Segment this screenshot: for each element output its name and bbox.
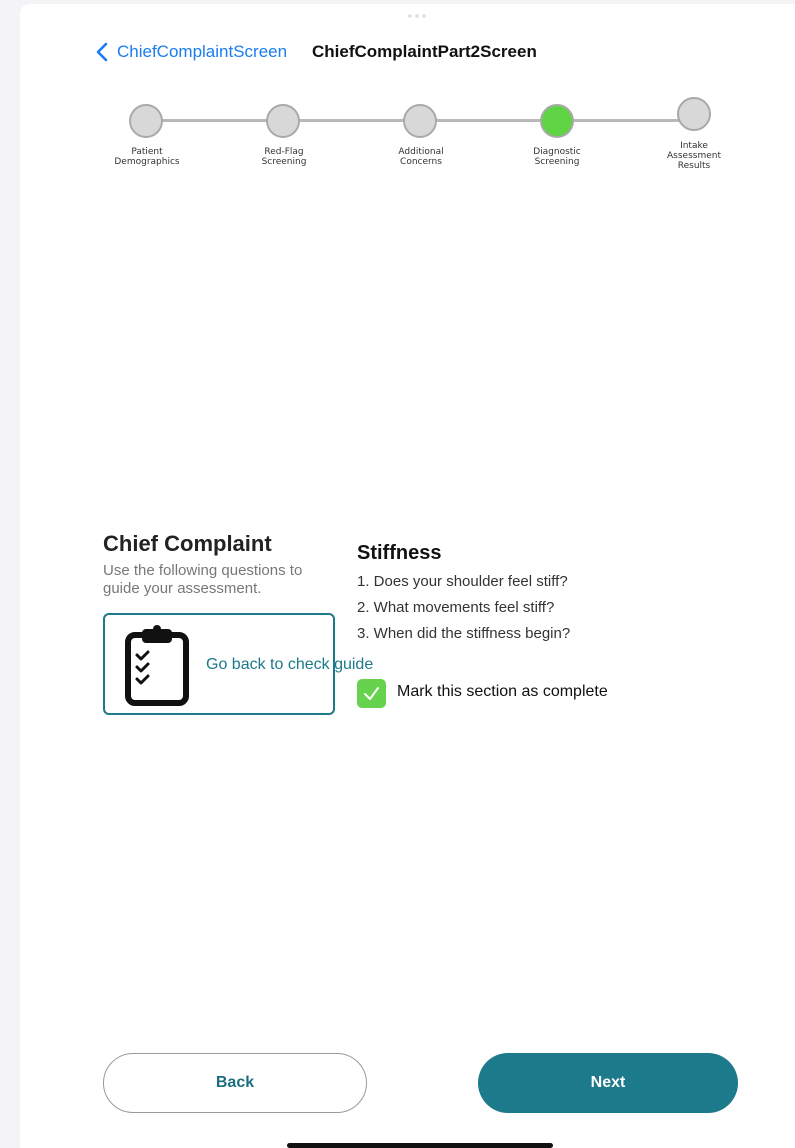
step-label-patient-demographics: Patient Demographics — [114, 147, 180, 167]
checkmark-icon — [364, 687, 379, 700]
step-dot-diagnostic-screening[interactable] — [540, 104, 574, 138]
step-dot-intake-assessment-results[interactable] — [677, 97, 711, 131]
chief-complaint-subtitle: Use the following questions to guide you… — [103, 562, 303, 597]
step-label-intake-assessment-results: Intake Assessment Results — [667, 141, 721, 171]
step-label-diagnostic-screening: Diagnostic Screening — [533, 147, 581, 167]
step-dot-patient-demographics[interactable] — [129, 104, 163, 138]
clipboard-checklist-icon — [125, 625, 189, 706]
back-button[interactable]: Back — [103, 1053, 367, 1113]
question-item: 3. When did the stiffness begin? — [357, 625, 571, 642]
step-dot-red-flag-screening[interactable] — [266, 104, 300, 138]
question-item: 2. What movements feel stiff? — [357, 599, 555, 616]
step-label-additional-concerns: Additional Concerns — [398, 147, 444, 167]
home-indicator — [287, 1143, 553, 1148]
step-dot-additional-concerns[interactable] — [403, 104, 437, 138]
next-button[interactable]: Next — [478, 1053, 738, 1113]
chief-complaint-title: Chief Complaint — [103, 531, 272, 556]
mark-complete-label[interactable]: Mark this section as complete — [397, 683, 608, 701]
progress-stepper: Patient Demographics Red-Flag Screening … — [0, 0, 795, 200]
section-title: Stiffness — [357, 542, 442, 564]
mark-complete-checkbox[interactable] — [357, 679, 386, 708]
check-guide-link[interactable]: Go back to check guide — [206, 656, 373, 674]
step-label-red-flag-screening: Red-Flag Screening — [261, 147, 307, 167]
question-item: 1. Does your shoulder feel stiff? — [357, 573, 568, 590]
